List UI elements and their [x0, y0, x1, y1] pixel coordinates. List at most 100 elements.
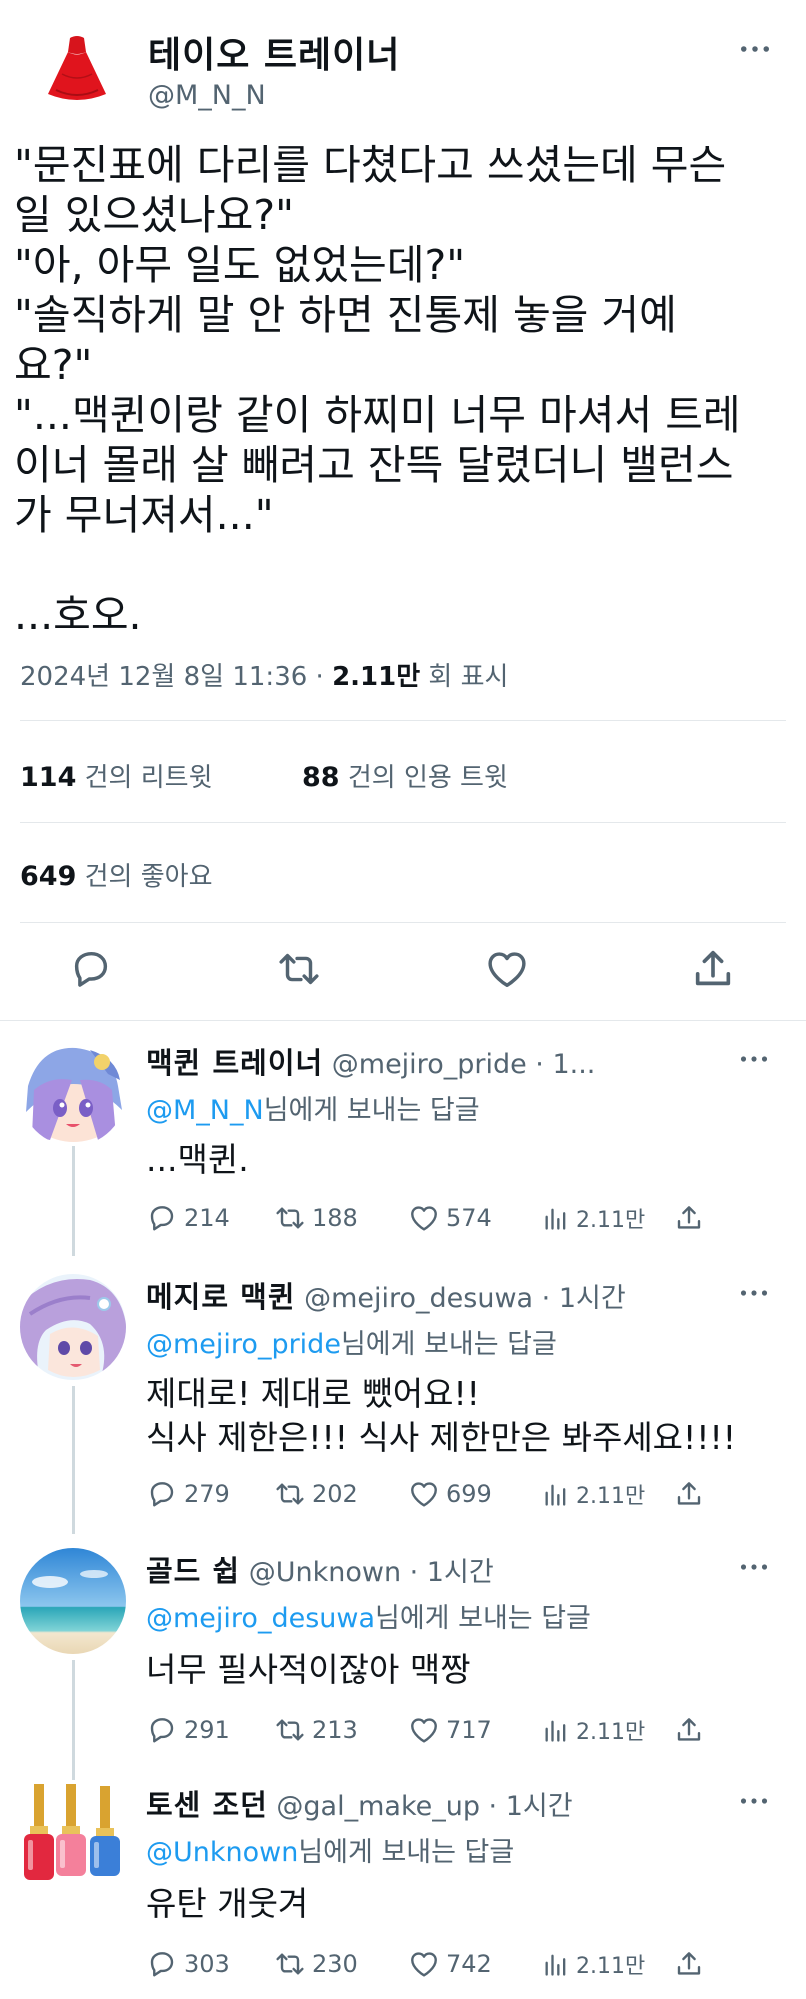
reply-text: 너무 필사적이잖아 맥짱: [146, 1650, 471, 1689]
more-icon[interactable]: [740, 1282, 790, 1308]
reply-display-name[interactable]: 토센 조던: [146, 1788, 268, 1822]
reply-actions: 214 188 574 2.11만: [146, 1198, 706, 1238]
reply-display-name[interactable]: 맥퀸 트레이너: [146, 1046, 323, 1080]
reply-button[interactable]: 214: [146, 1198, 230, 1238]
share-button[interactable]: [674, 1198, 710, 1238]
reply-button[interactable]: 303: [146, 1944, 230, 1984]
retweet-button[interactable]: 230: [274, 1944, 358, 1984]
share-icon: [674, 1479, 704, 1509]
retweet-count: 230: [312, 1950, 358, 1978]
reply-button[interactable]: 291: [146, 1710, 230, 1750]
retweets-count: 114: [20, 762, 77, 793]
views-button[interactable]: 2.11만: [542, 1944, 645, 1984]
mention-link[interactable]: @M_N_N: [146, 1095, 264, 1126]
views-icon: [542, 1716, 570, 1744]
mention-link[interactable]: @Unknown: [146, 1837, 298, 1868]
reply-icon: [146, 1478, 178, 1510]
replying-to: @mejiro_desuwa님에게 보내는 답글: [146, 1596, 591, 1635]
quotes-count: 88: [302, 762, 340, 793]
like-button[interactable]: 574: [408, 1198, 492, 1238]
replying-to-label: 님에게 보내는 답글: [375, 1603, 591, 1634]
reply-actions: 303 230 742 2.11만: [146, 1944, 706, 1984]
like-count: 742: [446, 1950, 492, 1978]
red-dress-icon[interactable]: [36, 30, 118, 112]
retweet-count: 202: [312, 1480, 358, 1508]
retweet-icon[interactable]: [276, 946, 322, 992]
avatar[interactable]: [20, 1548, 126, 1654]
share-icon: [674, 1203, 704, 1233]
views-count: 2.11만: [576, 1954, 646, 1979]
share-icon[interactable]: [690, 946, 736, 992]
like-icon[interactable]: [484, 946, 530, 992]
reply-actions: 291 213 717 2.11만: [146, 1710, 706, 1750]
retweets-stat[interactable]: 114 건의 리트윗: [20, 757, 213, 794]
views-button[interactable]: 2.11만: [542, 1198, 645, 1238]
quotes-stat[interactable]: 88 건의 인용 트윗: [302, 757, 508, 794]
views-label: 회 표시: [420, 662, 509, 692]
retweet-count: 188: [312, 1204, 358, 1232]
author-handle[interactable]: @M_N_N: [148, 80, 266, 111]
nail-polish-icon[interactable]: [20, 1782, 126, 1888]
reply-actions: 279 202 699 2.11만: [146, 1474, 706, 1514]
avatar[interactable]: [20, 1274, 126, 1380]
reply-handle[interactable]: @mejiro_pride · 1...: [323, 1049, 596, 1080]
views-icon: [542, 1950, 570, 1978]
more-icon[interactable]: [740, 1790, 790, 1816]
reply-text: 제대로! 제대로 뺐어요!! 식사 제한은!!! 식사 제한만은 봐주세요!!!…: [146, 1374, 736, 1457]
reply-handle[interactable]: @gal_make_up · 1시간: [268, 1791, 572, 1822]
reply-handle[interactable]: @mejiro_desuwa · 1시간: [296, 1283, 626, 1314]
reply-display-name[interactable]: 메지로 맥퀸: [146, 1280, 296, 1314]
share-button[interactable]: [674, 1944, 710, 1984]
reply-header: 토센 조던 @gal_make_up · 1시간: [146, 1782, 573, 1824]
like-count: 574: [446, 1204, 492, 1232]
like-button[interactable]: 742: [408, 1944, 492, 1984]
likes-stat[interactable]: 649 건의 좋아요: [20, 856, 213, 893]
share-button[interactable]: [674, 1710, 710, 1750]
mention-link[interactable]: @mejiro_desuwa: [146, 1603, 375, 1634]
retweet-icon: [274, 1948, 306, 1980]
divider: [20, 822, 786, 823]
likes-count: 649: [20, 861, 77, 892]
retweet-button[interactable]: 188: [274, 1198, 358, 1238]
replying-to: @M_N_N님에게 보내는 답글: [146, 1088, 480, 1127]
reply-header: 맥퀸 트레이너 @mejiro_pride · 1...: [146, 1040, 595, 1082]
like-button[interactable]: 699: [408, 1474, 492, 1514]
replying-to: @mejiro_pride님에게 보내는 답글: [146, 1322, 557, 1361]
reply-display-name[interactable]: 골드 쉽: [146, 1554, 240, 1588]
like-button[interactable]: 717: [408, 1710, 492, 1750]
reply-count: 291: [184, 1716, 230, 1744]
divider: [20, 720, 786, 721]
like-icon: [408, 1478, 440, 1510]
retweet-icon: [274, 1202, 306, 1234]
divider: [20, 922, 786, 923]
quotes-label: 건의 인용 트윗: [339, 763, 508, 793]
divider: [0, 1020, 806, 1021]
reply-count: 303: [184, 1950, 230, 1978]
more-icon[interactable]: [740, 1048, 790, 1074]
reply-handle[interactable]: @Unknown · 1시간: [240, 1557, 494, 1588]
like-icon: [408, 1714, 440, 1746]
more-icon[interactable]: [740, 1556, 790, 1582]
avatar[interactable]: [20, 1040, 126, 1146]
more-icon[interactable]: [740, 34, 790, 64]
views-count: 2.11만: [576, 1484, 646, 1509]
share-button[interactable]: [674, 1474, 710, 1514]
replying-to-label: 님에게 보내는 답글: [340, 1329, 557, 1360]
author-display-name[interactable]: 테이오 트레이너: [148, 26, 400, 78]
retweet-button[interactable]: 202: [274, 1474, 358, 1514]
views-button[interactable]: 2.11만: [542, 1710, 645, 1750]
share-icon: [674, 1715, 704, 1745]
thread-line: [72, 1146, 75, 1256]
views-button[interactable]: 2.11만: [542, 1474, 645, 1514]
reply-icon: [146, 1202, 178, 1234]
retweet-button[interactable]: 213: [274, 1710, 358, 1750]
mention-link[interactable]: @mejiro_pride: [146, 1329, 341, 1360]
timestamp[interactable]: 2024년 12월 8일 11:36 ·: [20, 662, 332, 692]
reply-button[interactable]: 279: [146, 1474, 230, 1514]
retweet-icon: [274, 1714, 306, 1746]
like-count: 699: [446, 1480, 492, 1508]
views-count: 2.11만: [332, 662, 421, 692]
like-count: 717: [446, 1716, 492, 1744]
reply-icon[interactable]: [68, 946, 114, 992]
reply-header: 메지로 맥퀸 @mejiro_desuwa · 1시간: [146, 1274, 626, 1316]
